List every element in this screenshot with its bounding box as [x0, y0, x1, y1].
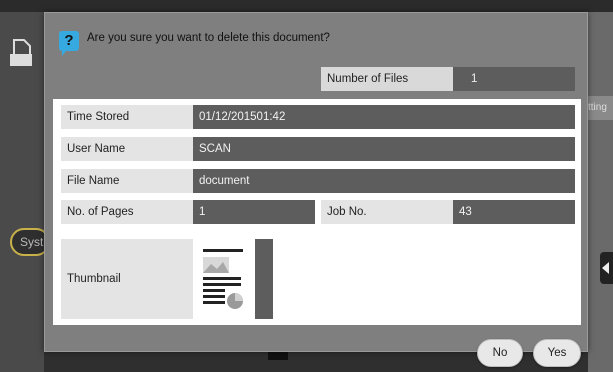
no-button[interactable]: No [477, 339, 523, 367]
thumbnail-label: Thumbnail [61, 239, 193, 319]
document-thumbnail-icon [203, 249, 243, 309]
time-stored-label: Time Stored [61, 105, 193, 129]
scroll-indicator [268, 352, 288, 360]
delete-confirm-dialog: ? Are you sure you want to delete this d… [44, 12, 588, 367]
time-stored-value: 01/12/201501:42 [193, 105, 575, 129]
number-of-files-label: Number of Files [321, 67, 453, 91]
dialog-message: Are you sure you want to delete this doc… [87, 32, 330, 44]
job-no-value: 43 [453, 200, 575, 224]
thumbnail-preview [193, 239, 273, 319]
user-name-value: SCAN [193, 137, 575, 161]
expand-panel-button[interactable] [600, 252, 613, 284]
pages-value: 1 [193, 200, 315, 224]
question-icon: ? [59, 31, 79, 56]
app-right-panel [588, 12, 613, 372]
user-name-label: User Name [61, 137, 193, 161]
job-no-label: Job No. [321, 200, 453, 224]
yes-button[interactable]: Yes [533, 339, 581, 367]
document-box-icon[interactable] [8, 38, 34, 68]
thumbnail-scrollbar[interactable] [255, 239, 273, 319]
file-name-label: File Name [61, 169, 193, 193]
file-name-value: document [193, 169, 575, 193]
document-info-panel: Time Stored 01/12/201501:42 User Name SC… [53, 99, 581, 325]
settings-tab[interactable]: tting [588, 96, 613, 120]
app-top-bar [0, 0, 613, 12]
chevron-left-icon [602, 262, 609, 274]
pages-label: No. of Pages [61, 200, 193, 224]
number-of-files-value: 1 [453, 67, 575, 91]
